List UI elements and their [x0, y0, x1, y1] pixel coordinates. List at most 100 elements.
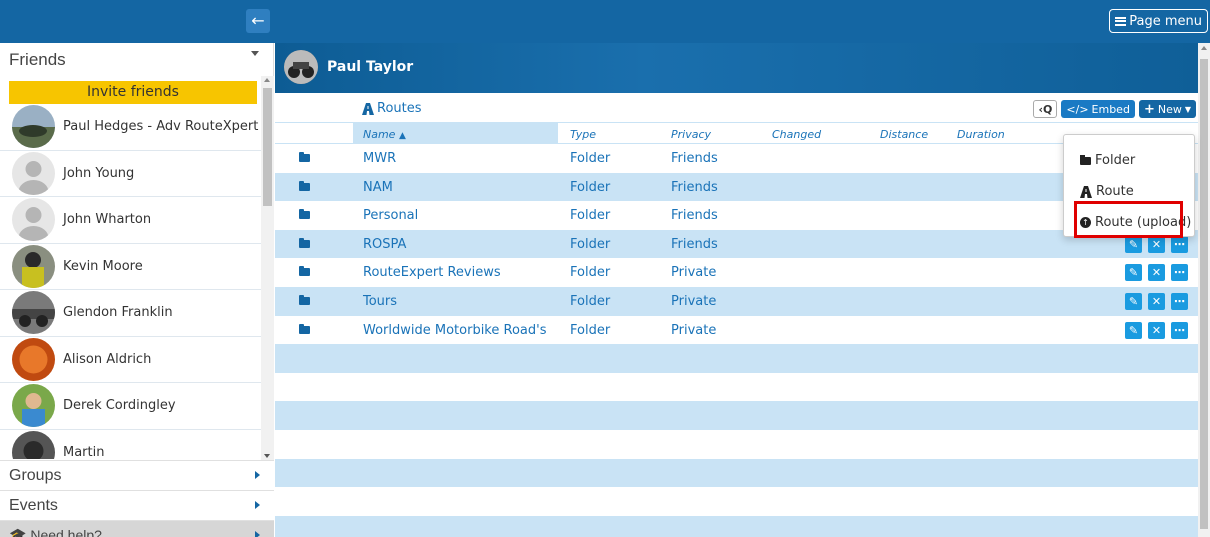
scroll-thumb[interactable] [1200, 59, 1208, 529]
table-row[interactable]: Tours Folder Private ✎ ✕ ⋯ [275, 286, 1198, 316]
groups-section[interactable]: Groups [0, 460, 274, 490]
embed-button[interactable]: </> Embed [1061, 100, 1135, 118]
more-icon[interactable]: ⋯ [1171, 292, 1188, 310]
table-row[interactable]: MWR Folder Friends [275, 144, 1198, 173]
friend-item[interactable]: Alison Aldrich [0, 337, 261, 383]
profile-banner: Paul Taylor [275, 43, 1198, 93]
row-actions: ✎ ✕ ⋯ [1125, 321, 1188, 339]
folder-icon [299, 180, 310, 191]
edit-icon[interactable]: ✎ [1125, 235, 1142, 253]
routes-table: Name ▲ Type Privacy Changed Distance Dur… [275, 122, 1198, 537]
empty-row [275, 373, 1198, 402]
column-header-changed[interactable]: Changed [772, 128, 821, 141]
edit-icon[interactable]: ✎ [1125, 321, 1142, 339]
avatar [12, 151, 55, 195]
delete-icon[interactable]: ✕ [1148, 292, 1165, 310]
row-name[interactable]: Worldwide Motorbike Road's [363, 323, 546, 338]
row-privacy: Friends [671, 208, 718, 224]
road-icon [362, 102, 374, 115]
invite-friends-button[interactable]: Invite friends [9, 81, 257, 104]
delete-icon[interactable]: ✕ [1148, 321, 1165, 339]
row-privacy: Friends [671, 236, 718, 252]
folder-icon [1080, 154, 1091, 165]
table-row[interactable]: ROSPA Folder Friends ✎ ✕ ⋯ [275, 229, 1198, 259]
row-type: Folder [570, 236, 611, 252]
row-privacy: Friends [671, 179, 718, 195]
more-icon[interactable]: ⋯ [1171, 264, 1188, 282]
search-button[interactable]: ‹Q [1033, 100, 1058, 118]
column-header-privacy[interactable]: Privacy [671, 128, 711, 141]
friend-name: Martin [63, 444, 105, 459]
scroll-down-icon[interactable] [264, 454, 270, 458]
friend-item[interactable]: John Young [0, 151, 261, 197]
avatar [12, 291, 55, 335]
events-section[interactable]: Events [0, 490, 274, 520]
routes-actions: ‹Q </> Embed + New ▼ [1033, 100, 1196, 118]
page-menu-button[interactable]: Page menu [1109, 9, 1208, 33]
empty-row [275, 487, 1198, 516]
main-scrollbar[interactable] [1198, 43, 1210, 537]
routes-toolbar: Routes ‹Q </> Embed + New ▼ [275, 93, 1198, 122]
delete-icon[interactable]: ✕ [1148, 235, 1165, 253]
profile-avatar[interactable] [284, 50, 318, 84]
table-header: Name ▲ Type Privacy Changed Distance Dur… [275, 122, 1198, 144]
column-header-duration[interactable]: Duration [957, 128, 1005, 141]
row-name[interactable]: RouteExpert Reviews [363, 265, 501, 280]
friend-name: Paul Hedges - Adv RouteXpert [63, 119, 259, 135]
friend-item[interactable]: Martin [0, 430, 261, 459]
plus-icon: + [1143, 101, 1155, 117]
folder-icon [299, 209, 310, 220]
sort-up-icon: ▲ [398, 131, 406, 141]
edit-icon[interactable]: ✎ [1125, 264, 1142, 282]
menu-item-folder[interactable]: Folder [1064, 145, 1194, 176]
column-header-distance[interactable]: Distance [880, 128, 928, 141]
row-name[interactable]: ROSPA [363, 237, 406, 252]
friends-header[interactable]: Friends [0, 43, 273, 76]
folder-icon [299, 266, 310, 277]
row-actions: ✎ ✕ ⋯ [1125, 292, 1188, 310]
friend-item[interactable]: Derek Cordingley [0, 383, 261, 430]
column-header-type[interactable]: Type [570, 128, 596, 141]
empty-row [275, 458, 1198, 488]
caret-down-icon [251, 51, 259, 56]
row-type: Folder [570, 293, 611, 309]
row-name[interactable]: MWR [363, 151, 396, 166]
table-row[interactable]: Personal Folder Friends [275, 201, 1198, 230]
delete-icon[interactable]: ✕ [1148, 264, 1165, 282]
table-row[interactable]: Worldwide Motorbike Road's Folder Privat… [275, 316, 1198, 345]
friend-name: John Young [63, 165, 135, 181]
scroll-up-icon[interactable] [1201, 46, 1207, 50]
profile-name[interactable]: Paul Taylor [327, 59, 413, 75]
friends-scrollbar[interactable] [261, 76, 274, 460]
friend-item[interactable]: Paul Hedges - Adv RouteXpert [0, 104, 261, 151]
row-name[interactable]: NAM [363, 180, 393, 195]
row-name[interactable]: Personal [363, 208, 418, 223]
friend-name: John Wharton [63, 212, 152, 228]
scroll-up-icon[interactable] [264, 78, 270, 82]
table-row[interactable]: RouteExpert Reviews Folder Private ✎ ✕ ⋯ [275, 258, 1198, 287]
table-row[interactable]: NAM Folder Friends [275, 172, 1198, 202]
hamburger-icon [1115, 16, 1127, 26]
highlight-box [1074, 201, 1183, 238]
row-privacy: Friends [671, 151, 718, 166]
row-type: Folder [570, 265, 611, 281]
friend-item[interactable]: John Wharton [0, 197, 261, 244]
avatar [12, 105, 55, 149]
column-header-name[interactable]: Name ▲ [353, 123, 558, 144]
row-name[interactable]: Tours [363, 294, 397, 309]
friend-item[interactable]: Glendon Franklin [0, 290, 261, 337]
row-actions: ✎ ✕ ⋯ [1125, 235, 1188, 253]
new-button[interactable]: + New ▼ [1138, 100, 1196, 118]
empty-row [275, 401, 1198, 430]
scroll-thumb[interactable] [263, 88, 272, 206]
avatar [12, 198, 55, 242]
edit-icon[interactable]: ✎ [1125, 292, 1142, 310]
row-privacy: Private [671, 322, 717, 338]
sidebar: Friends Invite friends Paul Hedges - Adv… [0, 43, 274, 537]
more-icon[interactable]: ⋯ [1171, 235, 1188, 253]
row-type: Folder [570, 208, 611, 224]
help-section[interactable]: 🎓 Need help? [0, 520, 274, 537]
collapse-sidebar-button[interactable]: ← [246, 9, 270, 33]
more-icon[interactable]: ⋯ [1171, 321, 1188, 339]
friend-item[interactable]: Kevin Moore [0, 244, 261, 290]
